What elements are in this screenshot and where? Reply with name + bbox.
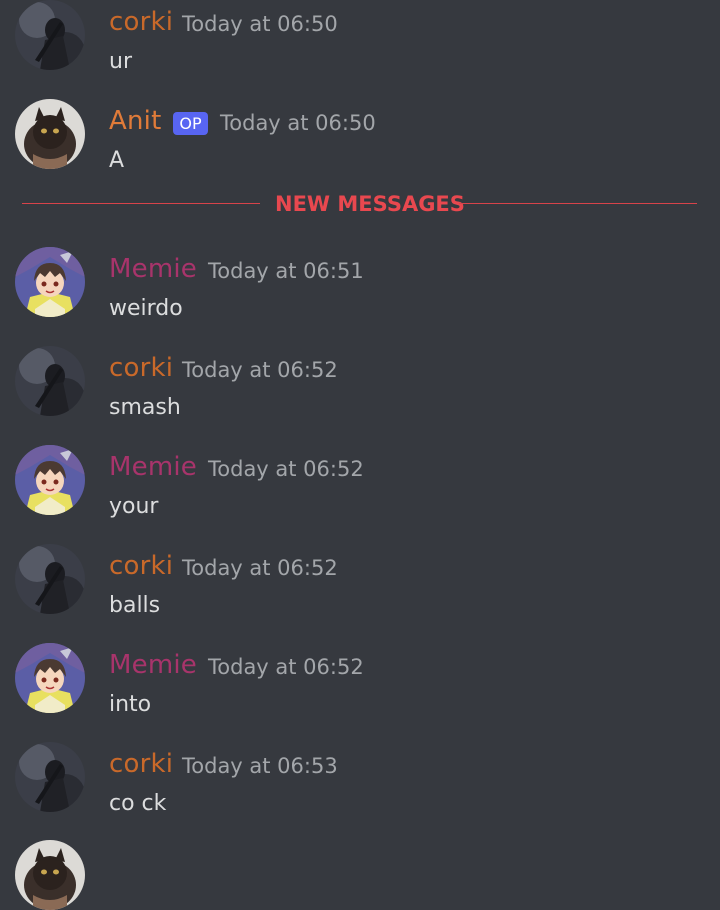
message-8: corki Today at 06:53 co ck <box>0 742 720 841</box>
author-name[interactable]: Memie <box>109 648 197 682</box>
message-text: A <box>109 148 125 173</box>
author-name[interactable]: Anit <box>109 104 161 138</box>
new-messages-divider: NEW MESSAGES <box>0 188 720 220</box>
dark-figure-icon <box>15 544 85 614</box>
avatar[interactable] <box>15 0 85 70</box>
author-name[interactable]: corki <box>109 747 173 781</box>
timestamp: Today at 06:50 <box>182 12 338 36</box>
author-name[interactable]: corki <box>109 351 173 385</box>
timestamp: Today at 06:52 <box>182 556 338 580</box>
op-badge: OP <box>173 112 208 135</box>
avatar[interactable] <box>15 99 85 169</box>
avatar[interactable] <box>15 643 85 713</box>
avatar[interactable] <box>15 742 85 812</box>
dark-figure-icon <box>15 346 85 416</box>
anime-character-icon <box>15 445 85 515</box>
message-4: corki Today at 06:52 smash <box>0 346 720 445</box>
message-text: your <box>109 494 159 519</box>
message-text: ur <box>109 49 132 74</box>
message-7: Memie Today at 06:52 into <box>0 643 720 742</box>
author-name[interactable]: corki <box>109 5 173 39</box>
message-text: weirdo <box>109 296 183 321</box>
timestamp: Today at 06:52 <box>182 358 338 382</box>
avatar[interactable] <box>15 247 85 317</box>
divider-line-left <box>22 203 260 204</box>
avatar[interactable] <box>15 346 85 416</box>
timestamp: Today at 06:50 <box>220 111 376 135</box>
anime-character-icon <box>15 643 85 713</box>
message-text: into <box>109 692 152 717</box>
message-2: Anit OP Today at 06:50 A <box>0 99 720 198</box>
dark-figure-icon <box>15 0 85 70</box>
divider-line-right <box>459 203 697 204</box>
timestamp: Today at 06:52 <box>208 457 364 481</box>
avatar[interactable] <box>15 544 85 614</box>
message-3: Memie Today at 06:51 weirdo <box>0 247 720 346</box>
author-name[interactable]: Memie <box>109 252 197 286</box>
message-1: corki Today at 06:50 ur <box>0 0 720 99</box>
timestamp: Today at 06:51 <box>208 259 364 283</box>
cat-icon <box>15 840 85 910</box>
message-6: corki Today at 06:52 balls <box>0 544 720 643</box>
avatar[interactable] <box>15 445 85 515</box>
timestamp: Today at 06:53 <box>182 754 338 778</box>
message-5: Memie Today at 06:52 your <box>0 445 720 544</box>
message-text: smash <box>109 395 181 420</box>
author-name[interactable]: corki <box>109 549 173 583</box>
dark-figure-icon <box>15 742 85 812</box>
anime-character-icon <box>15 247 85 317</box>
cat-icon <box>15 99 85 169</box>
timestamp: Today at 06:52 <box>208 655 364 679</box>
message-text: balls <box>109 593 161 618</box>
message-text: co ck <box>109 791 167 816</box>
author-name[interactable]: Memie <box>109 450 197 484</box>
new-messages-label: NEW MESSAGES <box>275 192 465 216</box>
avatar-partial[interactable] <box>15 840 85 910</box>
